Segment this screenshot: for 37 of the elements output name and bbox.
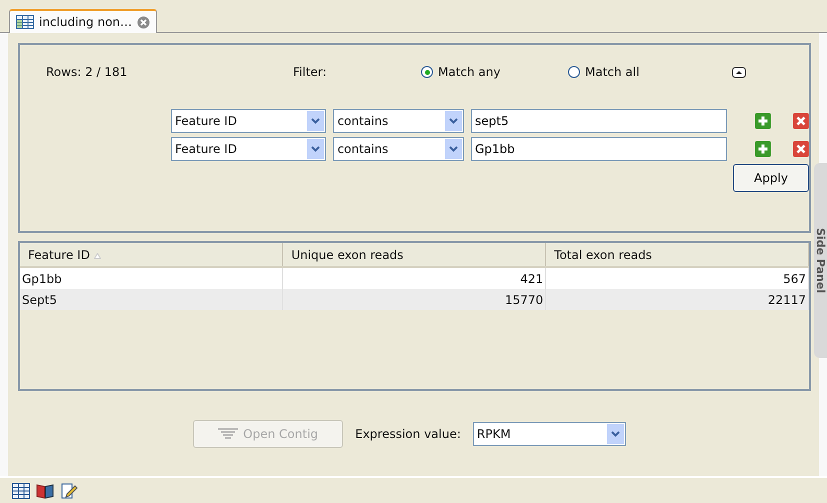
table-cell: 22117	[546, 289, 808, 310]
column-header[interactable]: Total exon reads	[546, 243, 808, 267]
collapse-icon[interactable]	[732, 66, 746, 78]
table-cell: 421	[282, 267, 546, 289]
expression-dropdown[interactable]: RPKM	[472, 422, 626, 446]
remove-icon[interactable]	[793, 113, 809, 129]
filter-label: Filter:	[293, 65, 328, 79]
value-field[interactable]: sept5	[471, 109, 728, 133]
table-cell: 15770	[282, 289, 546, 310]
table-icon[interactable]	[12, 482, 30, 498]
add-icon[interactable]	[755, 113, 772, 129]
sort-icon	[94, 252, 101, 258]
add-icon[interactable]	[755, 141, 772, 157]
match-radio[interactable]: Match any	[421, 65, 568, 79]
operator-dropdown[interactable]: contains	[333, 137, 464, 161]
document-edit-icon[interactable]	[60, 482, 78, 498]
table-cell: 567	[546, 267, 808, 289]
lines-icon	[218, 428, 238, 439]
row-count: Rows: 2 / 181	[46, 65, 128, 79]
operator-dropdown[interactable]: contains	[333, 109, 464, 133]
side-panel-tab[interactable]: Side Panel	[814, 163, 827, 358]
remove-icon[interactable]	[793, 141, 809, 157]
close-icon[interactable]	[137, 16, 150, 28]
book-icon[interactable]	[36, 482, 54, 498]
apply-button[interactable]: Apply	[733, 164, 809, 192]
match-radio[interactable]: Match all	[568, 65, 715, 79]
table-cell: Gp1bb	[20, 267, 283, 289]
editor-tab[interactable]: including non…	[9, 9, 158, 33]
table-icon	[16, 15, 34, 29]
value-field[interactable]: Gp1bb	[471, 137, 728, 161]
field-dropdown[interactable]: Feature ID	[171, 109, 326, 133]
column-header[interactable]: Feature ID	[20, 243, 283, 267]
expression-label: Expression value:	[355, 426, 461, 440]
table-cell: Sept5	[20, 289, 283, 310]
field-dropdown[interactable]: Feature ID	[171, 137, 326, 161]
column-header[interactable]: Unique exon reads	[282, 243, 546, 267]
tab-title: including non…	[39, 15, 132, 29]
